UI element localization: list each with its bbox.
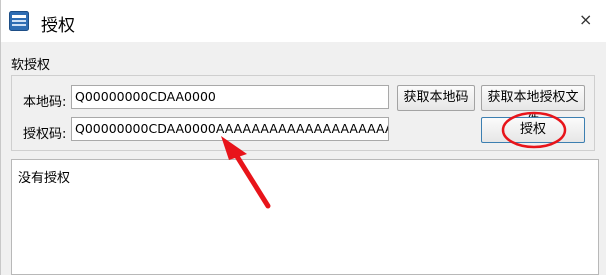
authorization-window: 授权 × 软授权 本地码: Q00000000CDAA0000 获取本地码 获取…: [0, 0, 606, 275]
local-code-label: 本地码:: [23, 95, 67, 110]
app-icon: [9, 11, 29, 31]
window-title: 授权: [41, 16, 75, 36]
auth-code-label: 授权码:: [23, 127, 67, 142]
auth-code-field[interactable]: Q00000000CDAA0000AAAAAAAAAAAAAAAAAAAA: [71, 117, 389, 141]
section-label: 软授权: [11, 58, 51, 73]
title-bar: 授权 ×: [1, 0, 606, 42]
close-icon[interactable]: ×: [579, 12, 592, 28]
get-local-auth-file-button[interactable]: 获取本地授权文件: [481, 85, 585, 129]
local-code-field[interactable]: Q00000000CDAA0000: [71, 85, 389, 109]
get-local-code-button[interactable]: 获取本地码: [397, 85, 475, 111]
output-panel: 没有授权: [11, 159, 599, 275]
output-text: 没有授权: [18, 171, 71, 186]
authorize-button[interactable]: 授权: [481, 117, 585, 143]
